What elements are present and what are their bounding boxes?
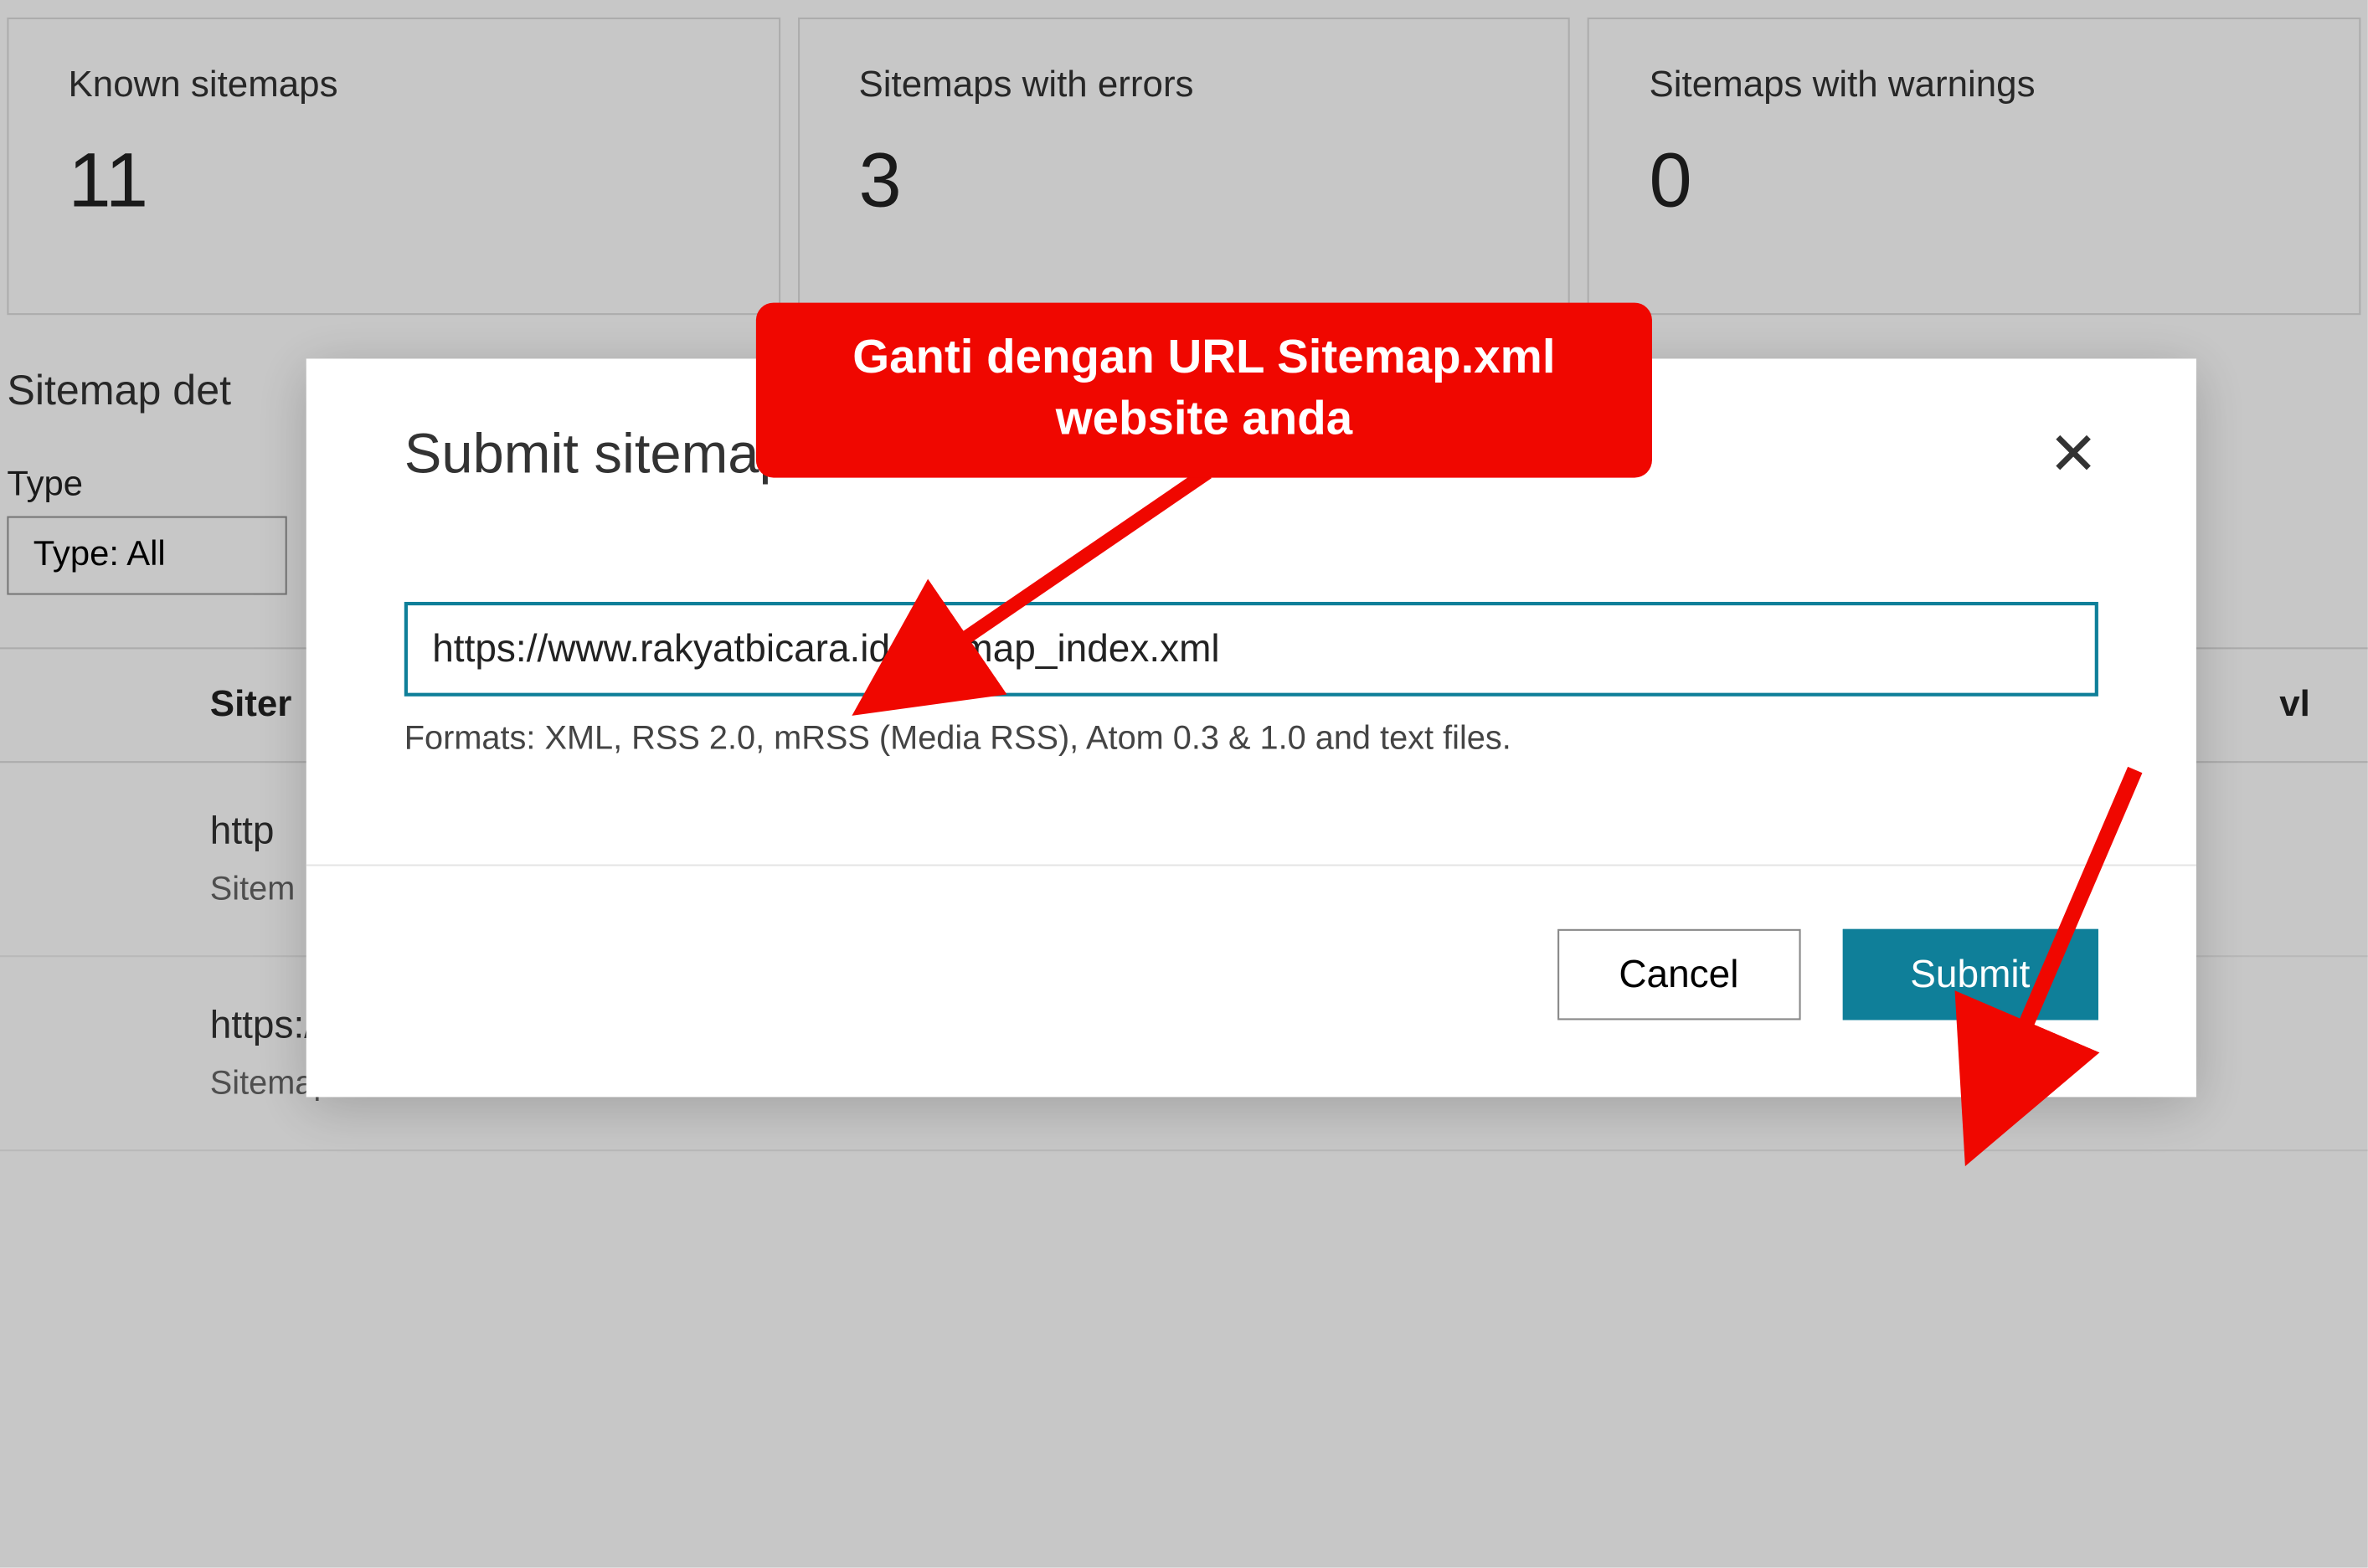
annotation-line2: website anda	[1056, 392, 1352, 445]
close-icon[interactable]: ✕	[2048, 424, 2098, 484]
formats-hint: Formats: XML, RSS 2.0, mRSS (Media RSS),…	[404, 721, 2098, 759]
annotation-callout: Ganti dengan URL Sitemap.xml website and…	[756, 303, 1652, 478]
submit-button[interactable]: Submit	[1842, 929, 2098, 1020]
dialog-title: Submit sitemap	[404, 422, 790, 486]
cancel-button[interactable]: Cancel	[1557, 929, 1799, 1020]
sitemap-url-input[interactable]	[404, 602, 2098, 697]
annotation-line1: Ganti dengan URL Sitemap.xml	[852, 331, 1555, 383]
